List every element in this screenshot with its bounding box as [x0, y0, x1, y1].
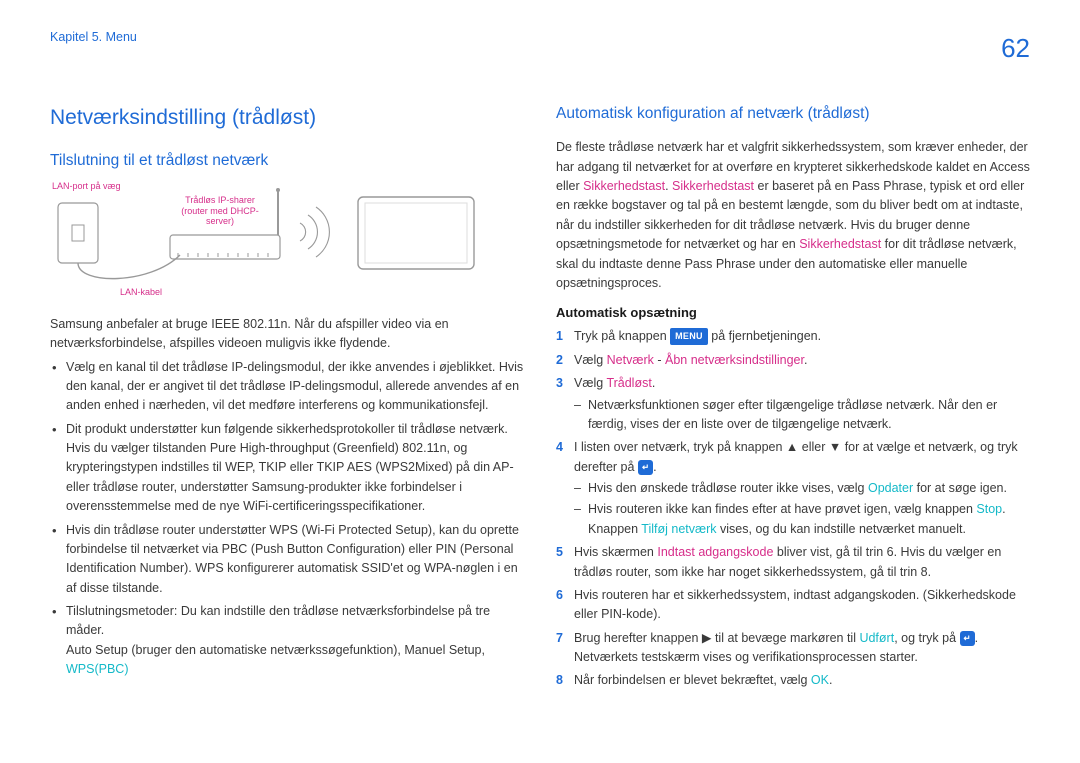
- bullet-item: Hvis din trådløse router understøtter WP…: [66, 521, 524, 599]
- subsection-title: Tilslutning til et trådløst netværk: [50, 149, 524, 173]
- diagram-label-sharer-3: server): [206, 216, 234, 226]
- body-paragraph: De fleste trådløse netværk har et valgfr…: [556, 138, 1030, 293]
- right-column: Automatisk konfiguration af netværk (trå…: [556, 102, 1030, 723]
- substep-item: Hvis routeren ikke kan findes efter at h…: [588, 500, 1030, 539]
- page-number: 62: [1001, 28, 1030, 68]
- step-item: Når forbindelsen er blevet bekræftet, væ…: [574, 671, 1030, 690]
- diagram-label-lanport: LAN-port på væg: [52, 181, 121, 192]
- diagram-label-cable: LAN-kabel: [120, 287, 162, 298]
- left-column: Netværksindstilling (trådløst) Tilslutni…: [50, 102, 524, 723]
- section-title: Netværksindstilling (trådløst): [50, 102, 524, 135]
- bullet-item: Tilslutningsmetoder: Du kan indstille de…: [66, 602, 524, 680]
- wps-link: WPS(PBC): [66, 662, 129, 676]
- subsection-title: Automatisk konfiguration af netværk (trå…: [556, 102, 1030, 126]
- sub-subsection-title: Automatisk opsætning: [556, 303, 1030, 323]
- menu-button-icon: MENU: [670, 328, 708, 345]
- step-item: Vælg Trådløst. Netværksfunktionen søger …: [574, 374, 1030, 434]
- substep-item: Netværksfunktionen søger efter tilgængel…: [588, 396, 1030, 435]
- substep-item: Hvis den ønskede trådløse router ikke vi…: [588, 479, 1030, 498]
- step-item: Vælg Netværk - Åbn netværksindstillinger…: [574, 351, 1030, 370]
- enter-button-icon: ↵: [960, 631, 975, 646]
- chapter-label: Kapitel 5. Menu: [50, 28, 137, 47]
- step-item: Tryk på knappen MENU på fjernbetjeningen…: [574, 327, 1030, 346]
- diagram-label-sharer-1: Trådløs IP-sharer: [185, 195, 255, 205]
- bullet-item: Vælg en kanal til det trådløse IP-deling…: [66, 358, 524, 416]
- diagram-label-sharer-2: (router med DHCP-: [181, 206, 259, 216]
- step-item: I listen over netværk, tryk på knappen ▲…: [574, 438, 1030, 539]
- enter-button-icon: ↵: [638, 460, 653, 475]
- network-diagram: LAN-port på væg Trådløs IP-sharer (route…: [50, 185, 490, 305]
- step-item: Hvis skærmen Indtast adgangskode bliver …: [574, 543, 1030, 582]
- step-item: Hvis routeren har et sikkerhedssystem, i…: [574, 586, 1030, 625]
- step-item: Brug herefter knappen ▶ til at bevæge ma…: [574, 629, 1030, 668]
- bullet-item: Dit produkt understøtter kun følgende si…: [66, 420, 524, 517]
- intro-paragraph: Samsung anbefaler at bruge IEEE 802.11n.…: [50, 315, 524, 354]
